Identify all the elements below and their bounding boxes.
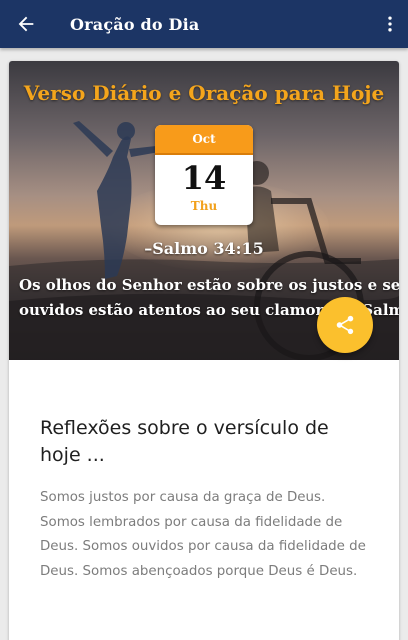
back-button[interactable]: [0, 0, 52, 48]
more-options-button[interactable]: [372, 0, 408, 48]
calendar-widget: Oct 14 Thu: [155, 125, 253, 225]
reflection-body: Somos justos por causa da graça de Deus.…: [40, 490, 366, 579]
more-vert-icon: [388, 16, 392, 32]
verse-line-1: Os olhos do Senhor estão sobre os justos…: [19, 276, 399, 294]
verse-reference: –Salmo 34:15: [144, 239, 264, 258]
calendar-month: Oct: [192, 132, 216, 146]
share-icon: [336, 315, 354, 335]
arrow-back-icon: [18, 16, 34, 32]
app-title: Oração do Dia: [70, 14, 200, 34]
app-bar: Oração do Dia: [0, 0, 408, 48]
reflection-title: Reflexões sobre o versículo de hoje ...: [40, 417, 329, 466]
share-button[interactable]: [317, 297, 373, 353]
daily-verse-heading: Verso Diário e Oração para Hoje: [23, 81, 385, 105]
calendar-weekday: Thu: [190, 199, 218, 213]
calendar-header: Oct: [155, 125, 253, 155]
calendar-day: 14: [181, 159, 227, 197]
